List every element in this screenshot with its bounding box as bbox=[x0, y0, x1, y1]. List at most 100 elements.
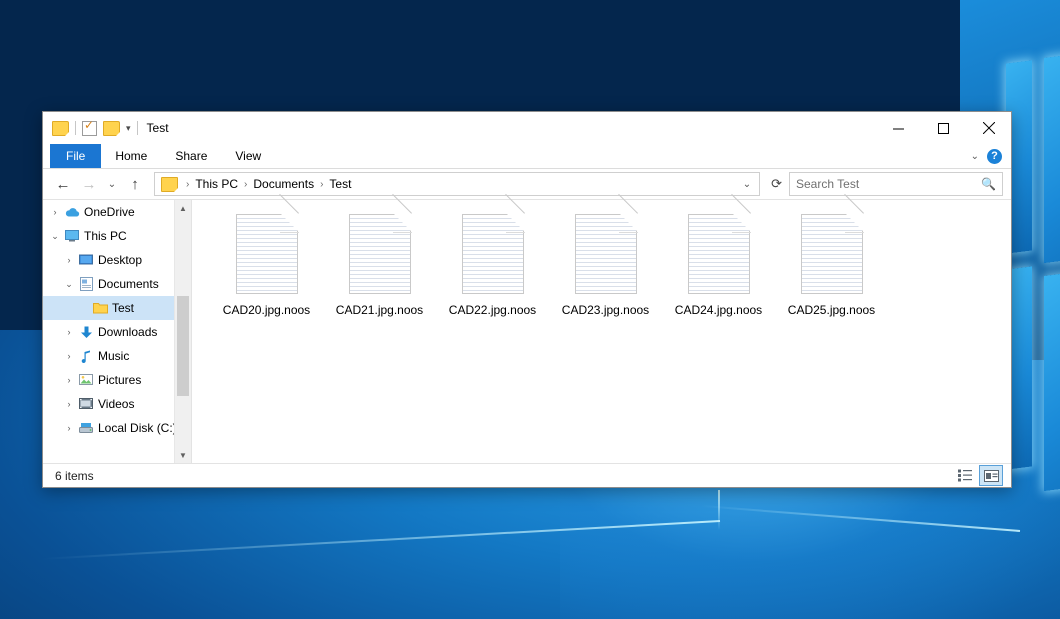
file-icon-fold-shade bbox=[393, 232, 412, 233]
generic-file-icon bbox=[575, 214, 637, 294]
file-item[interactable]: CAD21.jpg.noos bbox=[323, 214, 436, 332]
chevron-right-icon[interactable]: › bbox=[61, 255, 77, 265]
breadcrumb-item-documents[interactable]: Documents bbox=[251, 177, 316, 191]
sidebar-item-pictures[interactable]: › Pictures bbox=[43, 368, 191, 392]
recent-locations-button[interactable]: ⌄ bbox=[103, 172, 121, 196]
file-name-label: CAD25.jpg.noos bbox=[788, 303, 875, 317]
desktop: ▾ Test File Home Share View ⌄ ? bbox=[0, 0, 1060, 619]
file-item[interactable]: CAD22.jpg.noos bbox=[436, 214, 549, 332]
status-bar: 6 items bbox=[43, 463, 1011, 487]
chevron-down-icon[interactable]: ⌄ bbox=[47, 231, 63, 242]
windows-logo-pane-bottom-right bbox=[1044, 260, 1060, 491]
file-name-label: CAD23.jpg.noos bbox=[562, 303, 649, 317]
wallpaper-light-ray-vertical bbox=[718, 490, 720, 530]
item-count-label: 6 items bbox=[55, 469, 94, 483]
sidebar-item-desktop[interactable]: › Desktop bbox=[43, 248, 191, 272]
breadcrumb[interactable]: › This PC › Documents › Test ⌄ bbox=[154, 172, 760, 196]
file-list-view[interactable]: CAD20.jpg.noos CAD21.jpg.noos CAD22.jpg.no… bbox=[192, 200, 1011, 463]
windows-logo-pane-top-right bbox=[1044, 42, 1060, 263]
download-icon bbox=[77, 326, 95, 339]
tab-file[interactable]: File bbox=[50, 144, 101, 168]
sidebar-item-label: Music bbox=[95, 349, 129, 363]
chevron-right-icon[interactable]: › bbox=[61, 327, 77, 337]
chevron-right-icon[interactable]: › bbox=[61, 351, 77, 361]
quick-access-toolbar: ▾ bbox=[43, 121, 138, 136]
sidebar-item-music[interactable]: › Music bbox=[43, 344, 191, 368]
chevron-right-icon[interactable]: › bbox=[61, 399, 77, 409]
file-item[interactable]: CAD23.jpg.noos bbox=[549, 214, 662, 332]
sidebar-item-local-disk-c[interactable]: › Local Disk (C:) bbox=[43, 416, 191, 440]
chevron-right-icon[interactable]: › bbox=[61, 375, 77, 385]
sidebar-item-label: Test bbox=[109, 301, 134, 315]
tab-share[interactable]: Share bbox=[161, 144, 221, 168]
sidebar-item-videos[interactable]: ›Videos bbox=[43, 392, 191, 416]
sidebar-item-downloads[interactable]: ›Downloads bbox=[43, 320, 191, 344]
cloud-icon bbox=[63, 206, 81, 218]
up-button[interactable]: ↑ bbox=[123, 172, 147, 196]
file-name-label: CAD22.jpg.noos bbox=[449, 303, 536, 317]
file-item[interactable]: CAD20.jpg.noos bbox=[210, 214, 323, 332]
sidebar-item-this-pc[interactable]: ⌄This PC bbox=[43, 224, 191, 248]
sidebar-item-onedrive[interactable]: › OneDrive bbox=[43, 200, 191, 224]
file-icon-fold-shade bbox=[280, 232, 299, 233]
chevron-down-icon[interactable]: ⌄ bbox=[61, 279, 77, 290]
generic-file-icon bbox=[349, 214, 411, 294]
maximize-button[interactable] bbox=[921, 113, 966, 144]
breadcrumb-item-test[interactable]: Test bbox=[327, 177, 353, 191]
file-icon-fold-shade bbox=[845, 232, 864, 233]
new-folder-icon[interactable] bbox=[103, 121, 120, 136]
pictures-icon bbox=[77, 374, 95, 386]
twisty-placeholder: · bbox=[75, 303, 91, 313]
help-icon[interactable]: ? bbox=[987, 149, 1002, 164]
folder-icon[interactable] bbox=[52, 121, 69, 136]
toolbar-separator bbox=[75, 121, 76, 135]
breadcrumb-separator-0: › bbox=[182, 179, 193, 190]
tab-home[interactable]: Home bbox=[101, 144, 161, 168]
ribbon-spacer bbox=[275, 144, 966, 168]
navigation-pane: › OneDrive ⌄This PC › Desktop ⌄ Documents · Test… bbox=[43, 200, 192, 463]
sidebar-item-label: Desktop bbox=[95, 253, 142, 267]
sidebar-item-label: Pictures bbox=[95, 373, 141, 387]
scrollbar-thumb[interactable] bbox=[177, 296, 189, 396]
chevron-right-icon[interactable]: › bbox=[61, 423, 77, 433]
scroll-up-arrow-icon[interactable]: ▲ bbox=[175, 200, 191, 216]
minimize-button[interactable] bbox=[876, 113, 921, 144]
chevron-down-icon-ribbon[interactable]: ⌄ bbox=[967, 151, 983, 162]
file-icon-fold-shade bbox=[619, 232, 638, 233]
sidebar-item-label: Local Disk (C:) bbox=[95, 421, 177, 435]
toolbar-separator-2 bbox=[137, 121, 138, 135]
window-body: › OneDrive ⌄This PC › Desktop ⌄ Documents · Test… bbox=[43, 199, 1011, 463]
search-input[interactable]: Search Test 🔍 bbox=[789, 172, 1003, 196]
large-icons-view-button[interactable] bbox=[979, 465, 1003, 486]
details-view-button[interactable] bbox=[954, 466, 976, 485]
sidebar-item-documents[interactable]: ⌄ Documents bbox=[43, 272, 191, 296]
sidebar-item-label: OneDrive bbox=[81, 205, 135, 219]
sidebar-item-label: Documents bbox=[95, 277, 159, 291]
sidebar-scrollbar[interactable]: ▲ ▼ bbox=[174, 200, 191, 463]
address-bar: ← → ⌄ ↑ › This PC › Documents › Test ⌄ ⟳… bbox=[43, 169, 1011, 199]
refresh-icon[interactable]: ⟳ bbox=[766, 176, 787, 192]
properties-icon[interactable] bbox=[82, 121, 97, 136]
scroll-down-arrow-icon[interactable]: ▼ bbox=[175, 447, 191, 463]
file-icon-fold bbox=[506, 213, 525, 232]
file-item[interactable]: CAD24.jpg.noos bbox=[662, 214, 775, 332]
file-icon-fold bbox=[393, 213, 412, 232]
chevron-down-icon[interactable]: ▾ bbox=[126, 124, 131, 133]
close-button[interactable] bbox=[966, 113, 1011, 144]
file-icon-fold-shade bbox=[732, 232, 751, 233]
back-button[interactable]: ← bbox=[51, 172, 75, 196]
music-icon bbox=[77, 350, 95, 363]
file-item[interactable]: CAD25.jpg.noos bbox=[775, 214, 888, 332]
chevron-right-icon[interactable]: › bbox=[47, 207, 63, 217]
search-icon[interactable]: 🔍 bbox=[981, 177, 996, 191]
breadcrumb-item-this-pc[interactable]: This PC bbox=[193, 177, 240, 191]
breadcrumb-separator-2: › bbox=[316, 179, 327, 190]
file-name-label: CAD20.jpg.noos bbox=[223, 303, 310, 317]
sidebar-item-test[interactable]: · Test bbox=[43, 296, 191, 320]
tab-view[interactable]: View bbox=[221, 144, 275, 168]
forward-button: → bbox=[77, 172, 101, 196]
videos-icon bbox=[77, 398, 95, 410]
chevron-down-icon-address[interactable]: ⌄ bbox=[743, 179, 755, 190]
title-bar: ▾ Test bbox=[43, 112, 1011, 144]
generic-file-icon bbox=[801, 214, 863, 294]
